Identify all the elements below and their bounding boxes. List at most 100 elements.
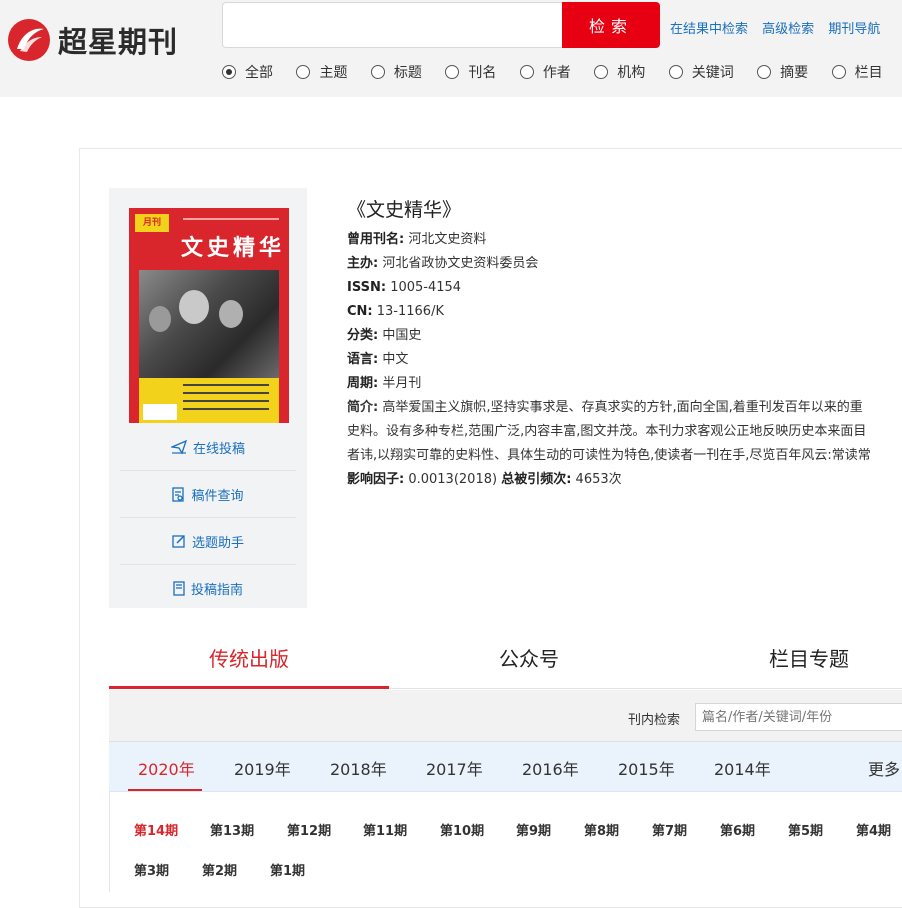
scope-radio-column[interactable]: 栏目 xyxy=(831,62,883,82)
side-link-label: 稿件查询 xyxy=(191,488,244,504)
issue-link[interactable]: 第1期 xyxy=(270,860,305,879)
top-links: 在结果中检索 高级检索 期刊导航 xyxy=(670,18,890,37)
site-logo[interactable]: 超星期刊 xyxy=(8,18,178,62)
document-search-icon xyxy=(172,486,185,502)
year-2016[interactable]: 2016年 xyxy=(522,756,579,780)
inner-search-bar: 刊内检索 xyxy=(109,690,902,742)
cover-figure xyxy=(149,306,171,332)
year-2018[interactable]: 2018年 xyxy=(330,756,387,780)
issue-link[interactable]: 第8期 xyxy=(584,820,619,839)
side-link-label: 选题助手 xyxy=(191,535,244,551)
issue-link[interactable]: 第6期 xyxy=(720,820,755,839)
radio-unchecked-icon xyxy=(757,65,772,79)
logo-icon xyxy=(8,19,50,61)
issue-list: 第14期 第13期 第12期 第11期 第10期 第9期 第8期 第7期 第6期… xyxy=(109,792,902,892)
scope-radio-topic[interactable]: 主题 xyxy=(296,62,347,82)
submission-guide-link[interactable]: 投稿指南 xyxy=(120,565,296,611)
search-button[interactable]: 检索 xyxy=(562,2,660,48)
radio-label: 标题 xyxy=(393,65,422,81)
field-label: 影响因子: xyxy=(347,472,405,487)
issue-link[interactable]: 第4期 xyxy=(856,820,891,839)
journal-navigation-link[interactable]: 期刊导航 xyxy=(828,22,880,37)
scope-radio-keyword[interactable]: 关键词 xyxy=(668,62,734,82)
inner-search-input[interactable] xyxy=(695,703,902,731)
journal-cover-image: 月刊 文史精华 xyxy=(129,208,289,423)
scope-radio-author[interactable]: 作者 xyxy=(519,62,571,82)
issn-row: ISSN: 1005-4154 xyxy=(347,276,902,300)
year-2015[interactable]: 2015年 xyxy=(618,756,675,780)
field-value: 河北省政协文史资料委员会 xyxy=(382,256,539,271)
top-header: 超星期刊 检索 在结果中检索 高级检索 期刊导航 全部 主题 标题 刊名 作者 … xyxy=(0,0,902,97)
cover-text-line xyxy=(183,384,269,386)
issue-link[interactable]: 第7期 xyxy=(652,820,687,839)
logo-text: 超星期刊 xyxy=(58,25,179,59)
field-value: 半月刊 xyxy=(382,376,422,391)
frequency-row: 周期: 半月刊 xyxy=(347,372,902,396)
inner-search-label: 刊内检索 xyxy=(628,713,681,728)
tab-traditional-publishing[interactable]: 传统出版 xyxy=(109,636,389,689)
more-years-link[interactable]: 更多 xyxy=(868,756,900,780)
field-label: ISSN: xyxy=(347,280,387,295)
online-submission-link[interactable]: 在线投稿 xyxy=(120,424,296,471)
year-2019[interactable]: 2019年 xyxy=(234,756,291,780)
scope-radio-institution[interactable]: 机构 xyxy=(594,62,645,82)
field-label: 总被引频次: xyxy=(501,472,572,487)
scope-radio-all[interactable]: 全部 xyxy=(222,62,273,82)
side-link-label: 投稿指南 xyxy=(190,582,243,598)
cover-badge: 月刊 xyxy=(135,214,169,232)
radio-label: 全部 xyxy=(245,65,273,81)
cover-text-line xyxy=(183,392,269,394)
field-value: 河北文史资料 xyxy=(408,232,487,247)
issue-link[interactable]: 第2期 xyxy=(202,860,237,879)
cn-row: CN: 13-1166/K xyxy=(347,300,902,324)
cover-footer xyxy=(139,378,279,423)
issue-link[interactable]: 第13期 xyxy=(210,820,254,839)
radio-unchecked-icon xyxy=(296,65,311,79)
former-name-row: 曾用刊名: 河北文史资料 xyxy=(347,228,902,252)
issue-link[interactable]: 第10期 xyxy=(440,820,484,839)
radio-label: 作者 xyxy=(542,65,571,81)
scope-radio-abstract[interactable]: 摘要 xyxy=(757,62,808,82)
issue-link[interactable]: 第3期 xyxy=(134,860,169,879)
radio-label: 摘要 xyxy=(780,65,809,81)
tab-wechat-account[interactable]: 公众号 xyxy=(389,636,669,686)
content-tabs: 传统出版 公众号 栏目专题 xyxy=(109,636,902,690)
issue-link[interactable]: 第14期 xyxy=(134,820,178,839)
side-link-label: 在线投稿 xyxy=(192,441,245,457)
field-label: 简介: xyxy=(347,400,379,415)
cover-figure xyxy=(179,290,209,324)
field-label: 曾用刊名: xyxy=(347,232,405,247)
year-2017[interactable]: 2017年 xyxy=(426,756,483,780)
year-2014[interactable]: 2014年 xyxy=(714,756,771,780)
issue-link[interactable]: 第11期 xyxy=(363,820,407,839)
year-2020[interactable]: 2020年 xyxy=(138,756,195,780)
language-row: 语言: 中文 xyxy=(347,348,902,372)
issue-link[interactable]: 第12期 xyxy=(287,820,331,839)
issue-link[interactable]: 第9期 xyxy=(516,820,551,839)
guide-book-icon xyxy=(173,580,185,596)
scope-radio-journal[interactable]: 刊名 xyxy=(445,62,496,82)
cover-text-line xyxy=(183,400,269,402)
cover-title: 文史精华 xyxy=(181,235,286,261)
radio-label: 栏目 xyxy=(854,65,883,81)
cover-photo xyxy=(139,270,279,378)
manuscript-query-link[interactable]: 稿件查询 xyxy=(120,471,296,518)
issue-link[interactable]: 第5期 xyxy=(788,820,823,839)
radio-unchecked-icon xyxy=(594,65,609,79)
field-label: CN: xyxy=(347,304,373,319)
radio-unchecked-icon xyxy=(831,65,846,79)
edit-icon xyxy=(172,535,185,548)
radio-unchecked-icon xyxy=(370,65,385,79)
advanced-search-link[interactable]: 高级检索 xyxy=(762,22,814,37)
intro-block: 简介: 高举爱国主义旗帜,坚持实事求是、存真求实的方针,面向全国,着重刊发百年以… xyxy=(347,396,902,468)
tab-column-topics[interactable]: 栏目专题 xyxy=(669,636,902,686)
field-label: 周期: xyxy=(347,376,379,391)
radio-label: 刊名 xyxy=(468,65,497,81)
sponsor-row: 主办: 河北省政协文史资料委员会 xyxy=(347,252,902,276)
scope-radio-title[interactable]: 标题 xyxy=(370,62,422,82)
search-in-results-link[interactable]: 在结果中检索 xyxy=(670,22,748,37)
field-label: 主办: xyxy=(347,256,379,271)
topic-assistant-link[interactable]: 选题助手 xyxy=(120,518,296,565)
radio-label: 关键词 xyxy=(691,65,734,81)
search-input[interactable] xyxy=(222,2,562,48)
